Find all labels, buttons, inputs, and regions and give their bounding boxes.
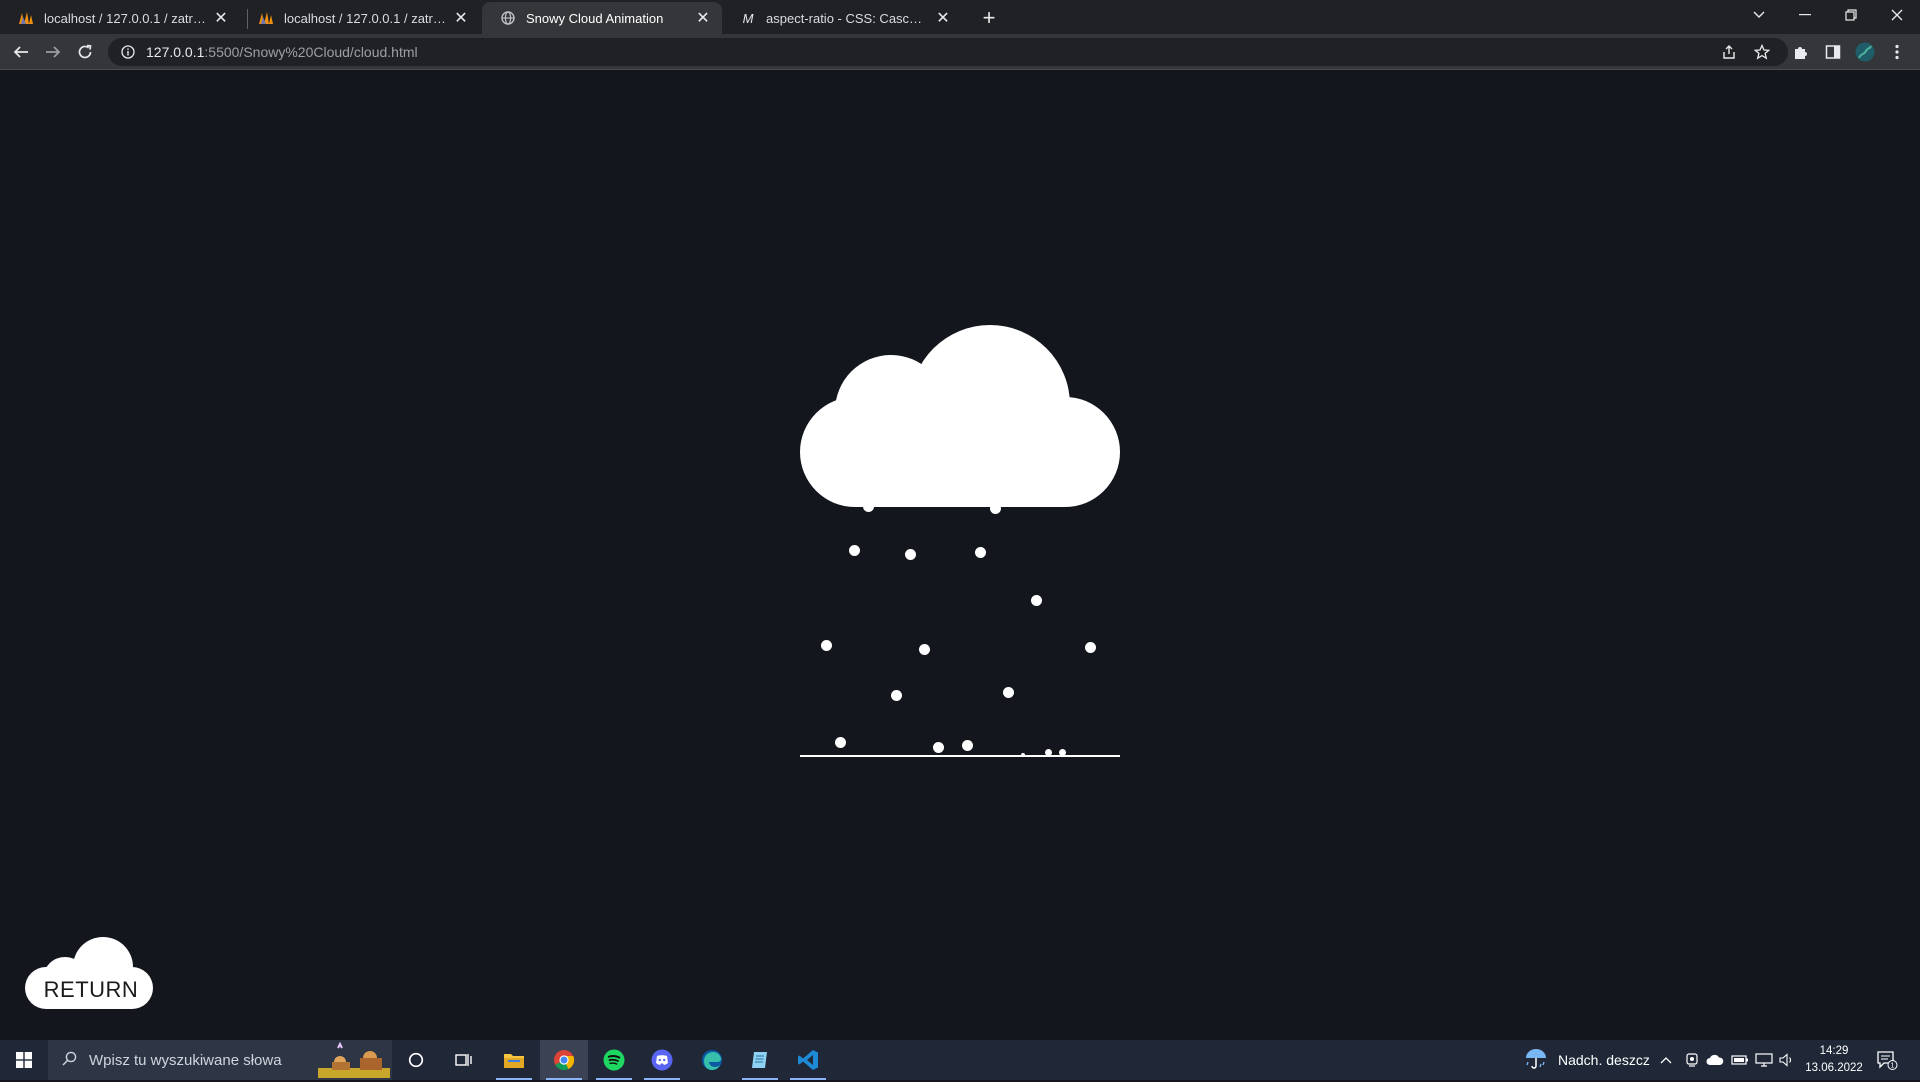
notepad-icon[interactable]: [736, 1040, 784, 1080]
globe-icon: [500, 10, 516, 26]
tab-close-icon[interactable]: ✕: [212, 9, 230, 27]
snowflake: [962, 740, 973, 751]
notification-center-icon[interactable]: 1: [1876, 1040, 1898, 1080]
url-path: :5500/Snowy%20Cloud/cloud.html: [204, 44, 418, 60]
snowflake: [891, 690, 902, 701]
snowflake: [990, 503, 1001, 514]
tab-search-icon[interactable]: [1736, 0, 1782, 30]
taskbar-search-box[interactable]: Wpisz tu wyszukiwane słowa: [48, 1040, 392, 1080]
spotify-icon[interactable]: [590, 1040, 638, 1080]
url-host: 127.0.0.1: [146, 44, 205, 60]
bookmark-star-icon[interactable]: [1749, 39, 1775, 65]
battery-icon[interactable]: [1731, 1040, 1749, 1080]
weather-widget[interactable]: Nadch. deszcz: [1524, 1040, 1650, 1080]
search-highlight-illustration-icon: [318, 1041, 390, 1078]
notification-count: 1: [1891, 1063, 1895, 1070]
side-panel-icon[interactable]: [1820, 39, 1846, 65]
tab-title: localhost / 127.0.0.1 / zatrudnienie: [44, 10, 206, 26]
network-icon[interactable]: [1755, 1040, 1773, 1080]
site-info-icon[interactable]: [120, 44, 136, 60]
profile-avatar-icon[interactable]: [1852, 39, 1878, 65]
search-placeholder: Wpisz tu wyszukiwane słowa: [89, 1051, 282, 1069]
discord-icon[interactable]: [638, 1040, 686, 1080]
back-arrow-icon[interactable]: [8, 39, 34, 65]
forward-arrow-icon[interactable]: [40, 39, 66, 65]
snowy-cloud-scene: [795, 325, 1125, 765]
tab-close-icon[interactable]: ✕: [452, 9, 470, 27]
reload-icon[interactable]: [72, 39, 98, 65]
return-label: RETURN: [43, 977, 139, 1002]
windows-taskbar: Wpisz tu wyszukiwane słowa Nadch. deszcz: [0, 1040, 1920, 1080]
snowflake: [1003, 687, 1014, 698]
tab-strip: localhost / 127.0.0.1 / zatrudnienie ✕ l…: [0, 0, 1920, 34]
snowflake: [905, 549, 916, 560]
onedrive-cloud-icon[interactable]: [1706, 1040, 1724, 1080]
snowflake: [1031, 595, 1042, 606]
address-bar[interactable]: 127.0.0.1:5500/Snowy%20Cloud/cloud.html: [108, 38, 1788, 66]
clock-time: 14:29: [1819, 1045, 1849, 1057]
snowflake: [1085, 642, 1096, 653]
vscode-icon[interactable]: [784, 1040, 832, 1080]
menu-kebab-icon[interactable]: [1884, 39, 1910, 65]
mdn-icon: M: [742, 10, 754, 26]
return-button[interactable]: RETURN: [25, 937, 157, 1011]
url-text: 127.0.0.1:5500/Snowy%20Cloud/cloud.html: [146, 44, 418, 60]
show-hidden-icons-chevron-icon[interactable]: [1660, 1040, 1672, 1080]
restore-icon[interactable]: [1828, 0, 1874, 30]
tab-close-icon[interactable]: ✕: [694, 9, 712, 27]
share-icon[interactable]: [1716, 39, 1742, 65]
windows-start-icon[interactable]: [0, 1040, 48, 1080]
tab-mdn-aspect-ratio[interactable]: M aspect-ratio - CSS: Cascading Style Sh…: [722, 2, 962, 34]
page-viewport: RETURN: [0, 71, 1920, 1040]
edge-icon[interactable]: [688, 1040, 736, 1080]
extensions-icon[interactable]: [1788, 39, 1814, 65]
search-icon: [62, 1051, 77, 1070]
snowflake: [849, 545, 860, 556]
close-window-icon[interactable]: [1874, 0, 1920, 30]
snowflake: [835, 737, 846, 748]
snowflake: [933, 742, 944, 753]
browser-toolbar: 127.0.0.1:5500/Snowy%20Cloud/cloud.html: [0, 34, 1920, 70]
tab-snowy-cloud[interactable]: Snowy Cloud Animation ✕: [482, 2, 722, 34]
tab-title: localhost / 127.0.0.1 / zatrudnienie: [284, 10, 446, 26]
cloud-base: [800, 397, 1120, 507]
tab-phpmyadmin-1[interactable]: localhost / 127.0.0.1 / zatrudnienie ✕: [0, 2, 240, 34]
cortana-icon[interactable]: [392, 1040, 440, 1080]
minimize-icon[interactable]: [1782, 0, 1828, 30]
new-tab-button[interactable]: +: [976, 5, 1002, 31]
volume-icon[interactable]: [1779, 1040, 1795, 1080]
tab-title: Snowy Cloud Animation: [526, 10, 664, 26]
tab-close-icon[interactable]: ✕: [934, 9, 952, 27]
weather-text: Nadch. deszcz: [1558, 1052, 1650, 1068]
snowflake: [821, 640, 832, 651]
phpmyadmin-icon: [258, 10, 274, 26]
file-explorer-icon[interactable]: [490, 1040, 538, 1080]
snowflake: [919, 644, 930, 655]
phpmyadmin-icon: [18, 10, 34, 26]
system-clock[interactable]: 14:29 13.06.2022: [1800, 1043, 1868, 1077]
snowflake: [975, 547, 986, 558]
webcam-tray-icon[interactable]: [1685, 1040, 1699, 1080]
ground-line: [800, 755, 1120, 757]
umbrella-rain-icon: [1524, 1048, 1548, 1073]
chrome-icon[interactable]: [540, 1040, 588, 1080]
tab-phpmyadmin-2[interactable]: localhost / 127.0.0.1 / zatrudnienie ✕: [240, 2, 480, 34]
snowflake: [863, 501, 874, 512]
tab-title: aspect-ratio - CSS: Cascading Style Shee…: [766, 10, 928, 26]
clock-date: 13.06.2022: [1805, 1062, 1863, 1074]
task-view-icon[interactable]: [440, 1040, 488, 1080]
